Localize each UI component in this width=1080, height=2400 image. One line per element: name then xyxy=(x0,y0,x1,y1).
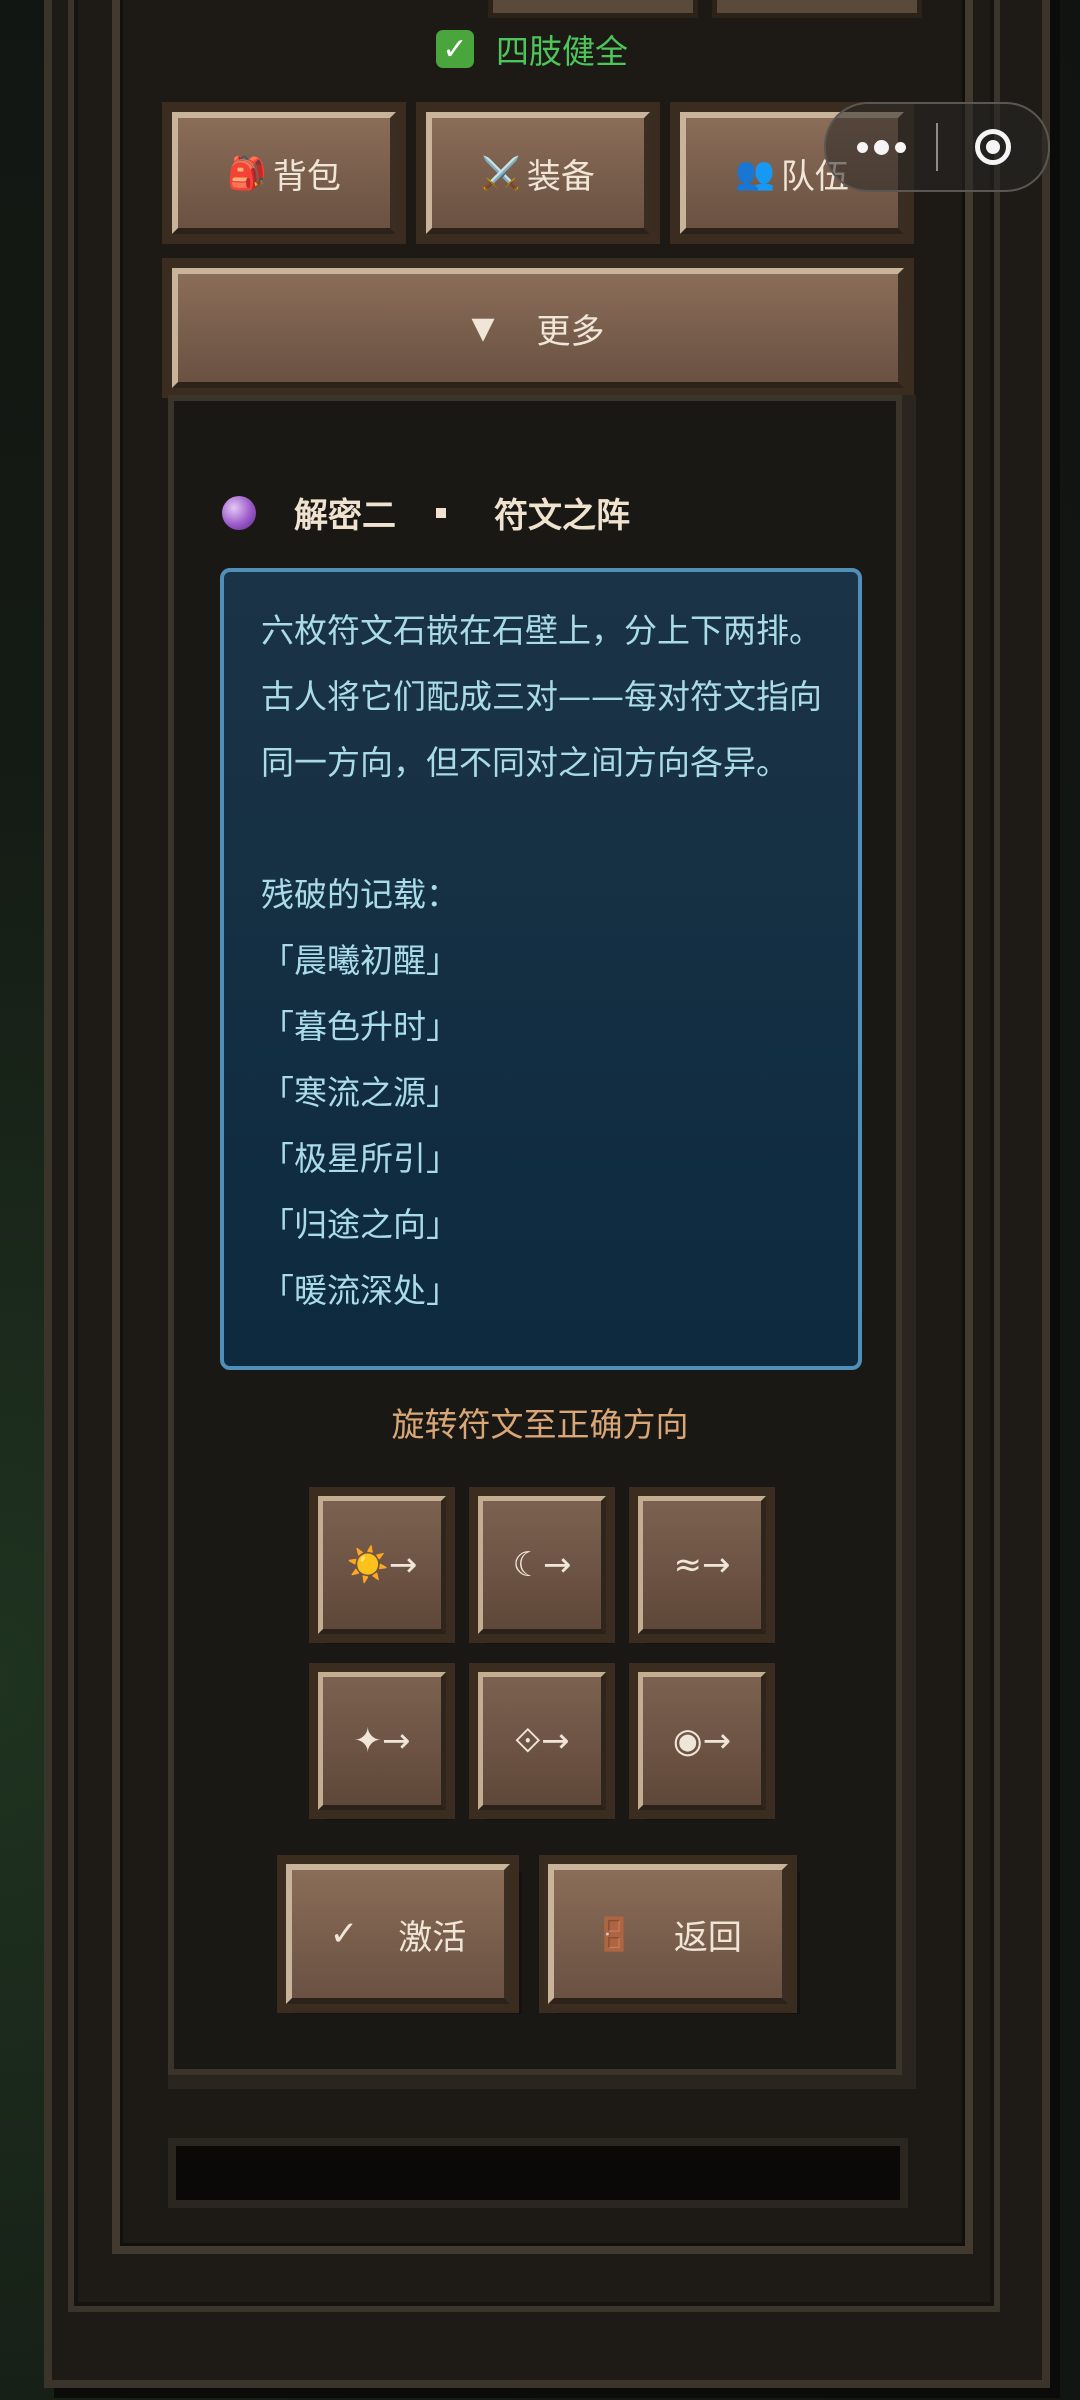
story-box: 六枚符文石嵌在石壁上，分上下两排。 古人将它们配成三对——每对符文指向 同一方向… xyxy=(220,568,862,1370)
story-line: 残破的记载： xyxy=(261,875,459,914)
checkmark-icon: ✓ xyxy=(329,1914,359,1954)
story-line: 「极星所引」 xyxy=(261,1139,459,1178)
puzzle-title-left: 解密二 xyxy=(294,496,396,536)
rune-button-sun[interactable]: ☀️→ xyxy=(309,1487,455,1643)
top-button-stub xyxy=(488,0,698,18)
rune-button-star[interactable]: ✦→ xyxy=(309,1663,455,1819)
panel-shadow xyxy=(902,395,916,2085)
crystal-ball-icon xyxy=(222,495,256,530)
story-line: 「暮色升时」 xyxy=(261,1007,459,1046)
check-mark-icon: ✓ xyxy=(436,30,474,68)
story-line: 「寒流之源」 xyxy=(261,1073,459,1112)
equipment-button[interactable]: ⚔️ 装备 xyxy=(416,102,660,244)
story-line: 「暖流深处」 xyxy=(261,1271,459,1310)
story-line: 古人将它们配成三对——每对符文指向 xyxy=(261,677,822,716)
bag-button[interactable]: 🎒 背包 xyxy=(162,102,406,244)
back-label: 返回 xyxy=(673,1917,742,1958)
rune-button-moon[interactable]: ☾→ xyxy=(469,1487,615,1643)
more-label: 更多 xyxy=(536,311,605,352)
more-button[interactable]: ▼ 更多 xyxy=(162,258,914,398)
rune-button-compass[interactable]: ⟐→ xyxy=(469,1663,615,1819)
crossed-swords-icon: ⚔️ xyxy=(481,154,521,192)
story-line xyxy=(261,796,858,862)
panel-shadow xyxy=(168,2075,916,2089)
message-bar xyxy=(168,2138,908,2208)
health-status: ✓ 四肢健全 xyxy=(436,25,628,73)
puzzle-hint: 旋转符文至正确方向 xyxy=(391,1405,689,1444)
mini-program-capsule xyxy=(824,102,1050,192)
activate-label: 激活 xyxy=(398,1917,467,1958)
puzzle-title: 解密二 符文之阵 xyxy=(222,488,630,537)
health-status-text: 四肢健全 xyxy=(496,32,628,71)
rune-button-wave[interactable]: ≈→ xyxy=(629,1487,775,1643)
activate-button[interactable]: ✓ 激活 xyxy=(277,1855,519,2013)
back-button[interactable]: 🚪 返回 xyxy=(539,1855,797,2013)
story-line: 六枚符文石嵌在石壁上，分上下两排。 xyxy=(261,611,822,650)
rune-button-circle[interactable]: ◉→ xyxy=(629,1663,775,1819)
triangle-down-icon: ▼ xyxy=(471,310,495,346)
top-button-stub xyxy=(712,0,922,18)
puzzle-title-right: 符文之阵 xyxy=(494,496,630,536)
story-line: 同一方向，但不同对之间方向各异。 xyxy=(261,743,789,782)
more-dots-icon[interactable] xyxy=(826,139,936,155)
title-separator xyxy=(436,507,446,518)
story-line: 「晨曦初醒」 xyxy=(261,941,459,980)
door-icon: 🚪 xyxy=(594,1915,634,1953)
backpack-icon: 🎒 xyxy=(227,154,267,192)
target-circle-icon[interactable] xyxy=(938,129,1048,165)
bag-label: 背包 xyxy=(272,156,341,197)
equipment-label: 装备 xyxy=(526,156,595,197)
story-line: 「归途之向」 xyxy=(261,1205,459,1244)
people-icon: 👥 xyxy=(735,154,775,192)
